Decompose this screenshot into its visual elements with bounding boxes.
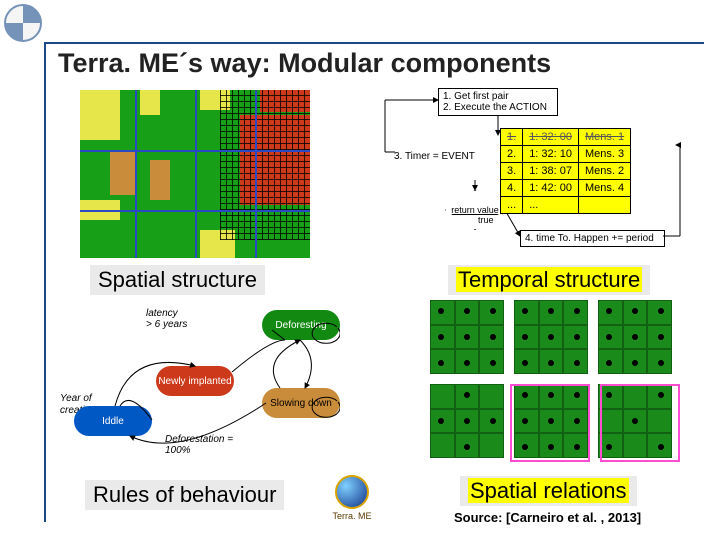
spatial-structure-map — [80, 90, 310, 258]
latency-label-1: latency — [146, 308, 178, 319]
source-citation: Source: [Carneiro et al. , 2013] — [454, 510, 641, 525]
table-row: 1.1: 32: 00Mens. 1 — [501, 129, 631, 146]
deforestation-label-2: 100% — [165, 445, 191, 456]
terrame-logo: Terra. ME — [322, 475, 382, 520]
year-label-1: Year of — [60, 393, 92, 404]
flow-decision: return value — [445, 190, 505, 230]
relation-cell — [430, 384, 504, 458]
flow-timer-label: 3. Timer = EVENT — [390, 149, 479, 164]
deforestation-label-1: Deforestation = — [165, 434, 233, 445]
label-temporal-structure: Temporal structure — [448, 265, 650, 295]
latency-label-2: > 6 years — [146, 319, 187, 330]
relation-cell — [430, 300, 504, 374]
highlight-box — [510, 384, 590, 462]
slide-title: Terra. ME´s way: Modular components — [58, 48, 551, 79]
highlight-box — [600, 384, 680, 462]
table-row: 4.1: 42: 00Mens. 4 — [501, 180, 631, 197]
flow-step1: 1. Get first pair — [443, 91, 553, 102]
flow-step2: 2. Execute the ACTION — [443, 102, 553, 113]
label-rules: Rules of behaviour — [85, 480, 284, 510]
label-spatial-structure: Spatial structure — [90, 265, 265, 295]
table-row: 3.1: 38: 07Mens. 2 — [501, 163, 631, 180]
vertical-rule — [44, 42, 46, 522]
flow-return-label: return value — [451, 205, 499, 215]
terrame-logo-text: Terra. ME — [332, 511, 371, 521]
rules-diagram: latency > 6 years Year of creation Defor… — [60, 310, 340, 480]
relation-cell — [514, 300, 588, 374]
node-slowing: Slowing down — [262, 388, 340, 418]
inpe-logo — [4, 4, 42, 42]
schedule-table: 1.1: 32: 00Mens. 1 2.1: 32: 10Mens. 3 3.… — [500, 128, 631, 214]
horizontal-rule — [44, 42, 704, 44]
table-row: 2.1: 32: 10Mens. 3 — [501, 146, 631, 163]
node-deforesting: Deforesting — [262, 310, 340, 340]
flow-true-label: true — [478, 215, 494, 225]
table-row: ...... — [501, 197, 631, 214]
flow-step-box: 1. Get first pair 2. Execute the ACTION — [438, 88, 558, 116]
label-spatial-relations: Spatial relations — [460, 476, 637, 506]
flow-step4-box: 4. time To. Happen += period — [520, 230, 665, 247]
node-idle: Iddle — [74, 406, 152, 436]
relation-cell — [598, 300, 672, 374]
node-newly: Newly implanted — [156, 366, 234, 396]
